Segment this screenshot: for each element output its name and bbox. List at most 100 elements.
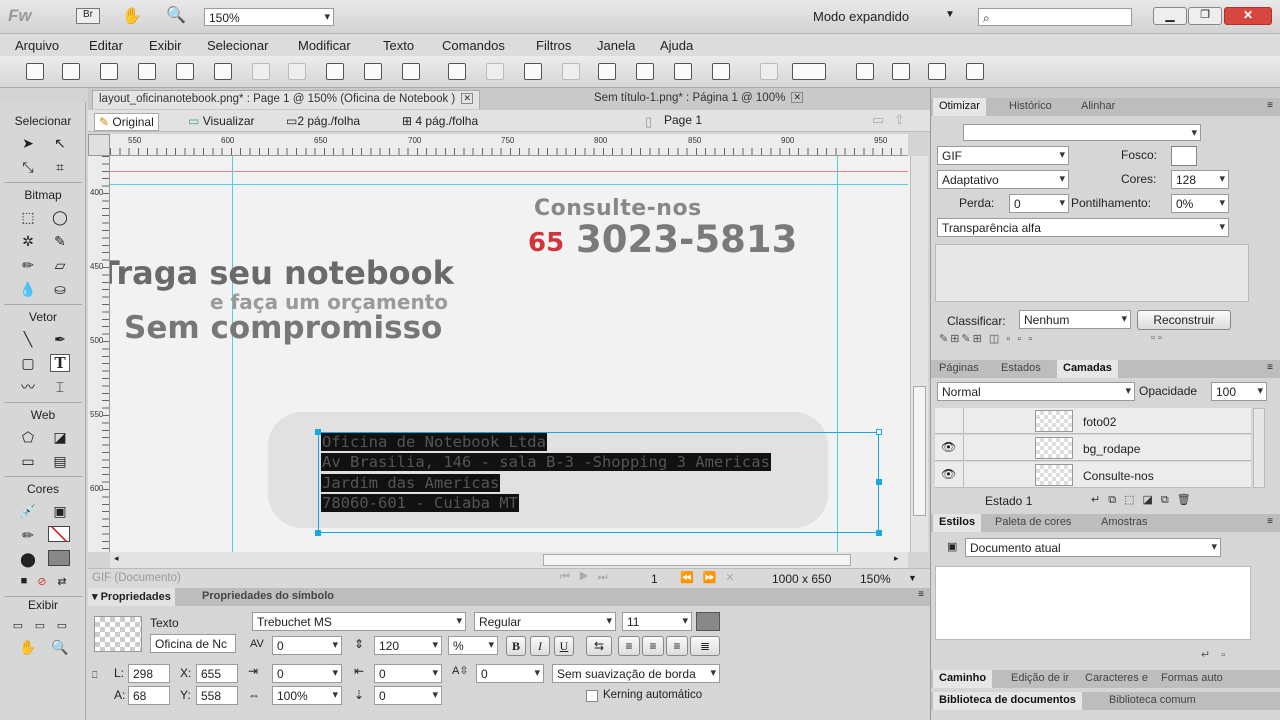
tab-propriedades-simbolo[interactable]: Propriedades do símbolo — [194, 588, 342, 606]
marquee-tool-icon[interactable]: ⬚ — [18, 208, 38, 226]
tab-biblioteca-documentos[interactable]: Biblioteca de documentos — [933, 692, 1082, 710]
undo-icon[interactable] — [252, 63, 270, 80]
y-field[interactable]: 558 — [196, 686, 238, 705]
page-nav-icon[interactable]: ▭ — [872, 112, 884, 128]
tab-edicao[interactable]: Edição de ir — [1005, 670, 1075, 688]
chevron-down-icon[interactable]: ▼ — [908, 573, 917, 583]
redo-icon[interactable] — [288, 63, 306, 80]
menu-editar[interactable]: Editar — [89, 38, 123, 53]
new-icon[interactable] — [26, 63, 44, 80]
magic-wand-icon[interactable]: ✲ — [18, 232, 38, 250]
view-original-button[interactable]: ✎ Original — [94, 113, 159, 131]
layers-scrollbar[interactable] — [1253, 408, 1265, 488]
tab-estados[interactable]: Estados — [995, 360, 1047, 378]
justify-button[interactable]: ≣ — [690, 636, 720, 656]
leading-unit-select[interactable]: % — [448, 636, 498, 655]
font-style-select[interactable]: Regular — [474, 612, 616, 631]
styles-list[interactable] — [935, 566, 1251, 640]
status-zoom[interactable]: 150% — [860, 572, 891, 586]
split-icon[interactable] — [562, 63, 580, 80]
menu-exibir[interactable]: Exibir — [149, 38, 182, 53]
export-icon[interactable] — [176, 63, 194, 80]
italic-button[interactable]: I — [530, 636, 550, 656]
tab-caminho[interactable]: Caminho — [933, 670, 993, 688]
standard-screen-icon[interactable]: ▭ — [8, 616, 28, 634]
join-icon[interactable] — [524, 63, 542, 80]
palette-menu-icons[interactable]: ▫ ▫ — [1151, 332, 1162, 344]
opacity-field[interactable]: 100 — [1211, 382, 1267, 401]
line-tool-icon[interactable]: ╲ — [18, 330, 38, 348]
tab-historico[interactable]: Histórico — [1003, 98, 1058, 116]
freeform-tool-icon[interactable]: 〰 — [18, 378, 38, 396]
blend-mode-select[interactable]: Normal — [937, 382, 1135, 401]
cut-icon[interactable] — [326, 63, 344, 80]
tab-caracteres[interactable]: Caracteres e — [1079, 670, 1154, 688]
menu-filtros[interactable]: Filtros — [536, 38, 571, 53]
text-orientation-button[interactable]: ⇆ — [586, 636, 612, 656]
pencil-tool-icon[interactable]: ✏ — [18, 256, 38, 274]
hand-icon[interactable]: ✋ — [122, 6, 142, 26]
align-left-button[interactable]: ≡ — [618, 636, 640, 656]
tab-biblioteca-comum[interactable]: Biblioteca comum — [1103, 692, 1202, 710]
tab-paginas[interactable]: Páginas — [933, 360, 985, 378]
layer-row[interactable]: foto02 — [935, 408, 1251, 434]
indent-field[interactable]: 0 — [272, 664, 342, 683]
scroll-thumb[interactable] — [543, 554, 851, 566]
horizontal-scale-field[interactable]: 100% — [272, 686, 342, 705]
rectangle-tool-icon[interactable]: ▢ — [18, 354, 38, 372]
slice-tool-icon[interactable]: ◪ — [50, 428, 70, 446]
space-before-field[interactable]: 0 — [374, 664, 442, 683]
height-field[interactable]: 68 — [128, 686, 170, 705]
zoom-dropdown[interactable]: 150% — [204, 8, 334, 26]
knife-tool-icon[interactable]: ⌶ — [50, 378, 70, 396]
stamp-tool-icon[interactable]: ⛀ — [50, 280, 70, 298]
subselect-tool-icon[interactable]: ↖ — [50, 134, 70, 152]
full-screen-menu-icon[interactable]: ▭ — [30, 616, 50, 634]
frame-nav-controls[interactable]: ⏪⏩✕ — [680, 571, 744, 584]
view-2up-button[interactable]: ▭2 pág./folha — [282, 113, 364, 129]
frame-controls[interactable]: ⏮▶⏭ — [560, 571, 617, 584]
no-color-icon[interactable]: ⊘ — [32, 572, 52, 590]
ungroup-icon[interactable] — [486, 63, 504, 80]
styles-action-icons[interactable]: ↵ ▫ — [1201, 648, 1229, 661]
paste-icon[interactable] — [402, 63, 420, 80]
zoom-icon[interactable]: 🔍 — [166, 5, 186, 25]
lasso-tool-icon[interactable]: ◯ — [50, 208, 70, 226]
default-colors-icon[interactable]: ■ — [14, 572, 34, 590]
dither-field[interactable]: 0% — [1171, 194, 1229, 213]
font-size-select[interactable]: 11 — [622, 612, 692, 631]
panel-menu-icon[interactable]: ≡ — [918, 589, 924, 600]
workspace-switcher[interactable]: Modo expandido — [813, 9, 909, 24]
page-selector[interactable]: Page 1 — [664, 113, 702, 127]
horizontal-scrollbar[interactable]: ◂ ▸ — [110, 552, 908, 568]
scroll-left-icon[interactable]: ◂ — [114, 553, 119, 564]
tab-formas[interactable]: Formas auto — [1155, 670, 1229, 688]
page-settings-icon[interactable]: ⇧ — [894, 112, 905, 128]
import-icon[interactable] — [138, 63, 156, 80]
document-canvas[interactable]: Consulte-nos 65 3023-5813 Traga seu note… — [110, 156, 910, 552]
vertical-scrollbar[interactable] — [910, 156, 928, 552]
matte-swatch[interactable] — [1171, 146, 1197, 166]
pen-tool-icon[interactable]: ✒ — [50, 330, 70, 348]
fill-color-swatch[interactable] — [48, 550, 70, 566]
align-dropdown[interactable] — [792, 63, 826, 80]
auto-kerning-checkbox[interactable] — [586, 690, 598, 702]
show-slices-icon[interactable]: ▤ — [50, 452, 70, 470]
close-button[interactable]: ✕ — [1224, 7, 1272, 25]
open-icon[interactable] — [100, 63, 118, 80]
text-tool-icon[interactable]: T — [50, 353, 70, 372]
send-backward-icon[interactable] — [674, 63, 692, 80]
layer-row[interactable]: 👁 Consulte-nos — [935, 462, 1251, 488]
swap-colors-icon[interactable]: ⇄ — [52, 572, 72, 590]
align-right-button[interactable]: ≡ — [666, 636, 688, 656]
format-select[interactable]: GIF — [937, 146, 1069, 165]
transparency-select[interactable]: Transparência alfa — [937, 218, 1229, 237]
align-icon[interactable] — [760, 63, 778, 80]
colors-select[interactable]: 128 — [1171, 170, 1229, 189]
align-center-button[interactable]: ≡ — [642, 636, 664, 656]
print-icon[interactable] — [214, 63, 232, 80]
kerning-field[interactable]: 0 — [272, 636, 342, 655]
tab-layout-oficina[interactable]: layout_oficinanotebook.png* : Page 1 @ 1… — [92, 90, 481, 109]
menu-ajuda[interactable]: Ajuda — [660, 38, 693, 53]
blur-tool-icon[interactable]: 💧 — [18, 280, 38, 298]
